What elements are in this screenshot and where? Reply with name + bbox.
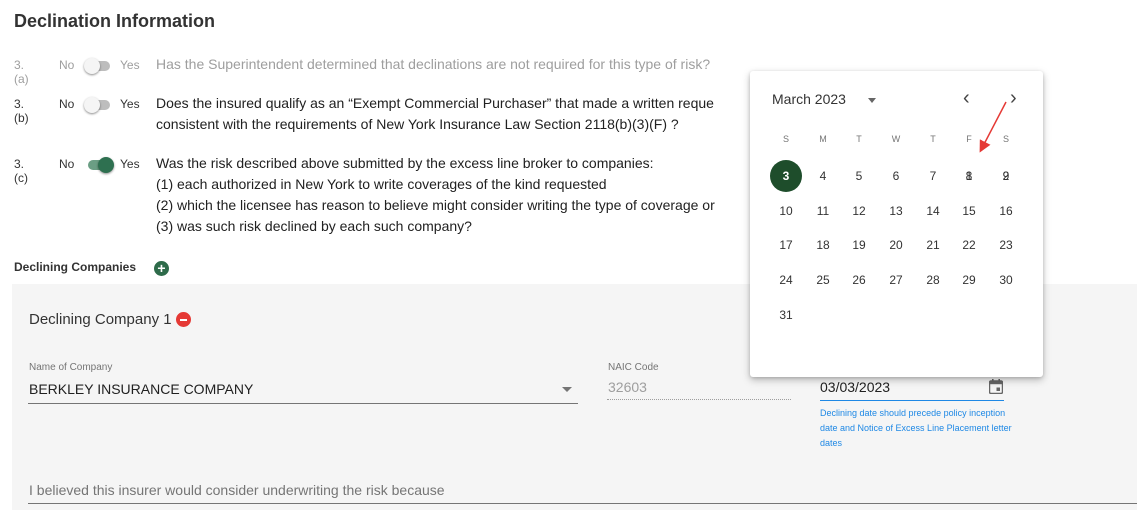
toggle-no-label: No: [59, 58, 75, 72]
date-underline: [820, 400, 1004, 401]
calendar-day[interactable]: 11: [807, 195, 839, 227]
question-line: (1) each authorized in New York to write…: [156, 176, 607, 192]
question-line: consistent with the requirements of New …: [156, 116, 679, 132]
weekday-label: S: [1002, 134, 1009, 144]
toggle-knob: [84, 97, 100, 113]
remove-company-button[interactable]: [176, 312, 191, 327]
declining-companies-header: Declining Companies: [14, 260, 137, 274]
question-number: 3. (c): [14, 157, 28, 185]
toggle-knob: [84, 58, 100, 74]
question-number: 3. (b): [14, 97, 29, 125]
calendar-day[interactable]: 26: [843, 264, 875, 296]
calendar-day[interactable]: 30: [990, 264, 1022, 296]
chevron-down-icon[interactable]: [562, 387, 572, 392]
prev-month-button[interactable]: ‹: [963, 87, 970, 110]
calendar-day[interactable]: 8: [953, 160, 985, 192]
question-line: Does the insured qualify as an “Exempt C…: [156, 95, 714, 111]
question-line: (2) which the licensee has reason to bel…: [156, 197, 715, 213]
add-company-button[interactable]: +: [154, 261, 169, 276]
company-name-label: Name of Company: [29, 362, 113, 373]
naic-code-field: 32603: [608, 379, 647, 395]
question-text: Was the risk described above submitted b…: [156, 153, 715, 237]
question-number: 3. (a): [14, 58, 29, 86]
calendar-day[interactable]: 14: [917, 195, 949, 227]
calendar-day[interactable]: 9: [990, 160, 1022, 192]
toggle-yes-label: Yes: [120, 157, 140, 171]
toggle-no-label: No: [59, 97, 75, 111]
calendar-day[interactable]: 24: [770, 264, 802, 296]
question-text: Does the insured qualify as an “Exempt C…: [156, 93, 714, 135]
declining-company-title: Declining Company 1: [29, 311, 172, 328]
calendar-day[interactable]: 15: [953, 195, 985, 227]
toggle-yes-label: Yes: [120, 58, 140, 72]
weekday-label: W: [891, 134, 901, 144]
question-3c-toggle[interactable]: [88, 157, 114, 173]
section-title: Declination Information: [14, 11, 216, 31]
calendar-day[interactable]: 4: [807, 160, 839, 192]
question-line: (3) was such risk declined by each such …: [156, 218, 472, 234]
calendar-day[interactable]: 22: [953, 229, 985, 261]
calendar-day[interactable]: 20: [880, 229, 912, 261]
calendar-day[interactable]: 27: [880, 264, 912, 296]
calendar-day[interactable]: 17: [770, 229, 802, 261]
chevron-down-icon[interactable]: [868, 98, 876, 103]
month-year-label[interactable]: March 2023: [772, 91, 846, 107]
calendar-day[interactable]: 28: [917, 264, 949, 296]
question-3b-toggle[interactable]: [84, 97, 110, 113]
calendar-day[interactable]: 5: [843, 160, 875, 192]
calendar-day[interactable]: 29: [953, 264, 985, 296]
naic-code-label: NAIC Code: [608, 362, 659, 373]
calendar-day[interactable]: 13: [880, 195, 912, 227]
company-name-underline: [28, 403, 578, 404]
weekday-label: F: [966, 134, 972, 144]
question-text: Has the Superintendent determined that d…: [156, 54, 710, 75]
question-line: Has the Superintendent determined that d…: [156, 56, 711, 72]
toggle-yes-label: Yes: [120, 97, 140, 111]
calendar-day[interactable]: 25: [807, 264, 839, 296]
selected-day[interactable]: 3: [770, 160, 802, 192]
calendar-day[interactable]: 31: [770, 299, 802, 331]
calendar-day[interactable]: 6: [880, 160, 912, 192]
next-month-button[interactable]: ›: [1010, 87, 1017, 110]
calendar-icon[interactable]: [989, 379, 1003, 394]
calendar-day[interactable]: 21: [917, 229, 949, 261]
date-picker-popup: March 2023 ‹ › SMTWTFS 1 2 3 4 5 6 7 8 9 10 11 12 13…: [750, 71, 1043, 377]
declining-date-input[interactable]: 03/03/2023: [820, 379, 890, 395]
date-hint: Declining date should precede policy inc…: [820, 408, 1012, 448]
toggle-knob: [98, 157, 114, 173]
weekday-label: S: [782, 134, 789, 144]
calendar-day[interactable]: 16: [990, 195, 1022, 227]
calendar-day[interactable]: 10: [770, 195, 802, 227]
calendar-day[interactable]: 18: [807, 229, 839, 261]
calendar-day[interactable]: 23: [990, 229, 1022, 261]
calendar-day[interactable]: 12: [843, 195, 875, 227]
question-line: Was the risk described above submitted b…: [156, 155, 654, 171]
weekday-label: T: [930, 134, 936, 144]
reason-underline: [28, 503, 1137, 504]
toggle-no-label: No: [59, 157, 75, 171]
weekday-label: T: [856, 134, 862, 144]
weekday-label: M: [819, 134, 827, 144]
calendar-day[interactable]: 7: [917, 160, 949, 192]
calendar-day[interactable]: 19: [843, 229, 875, 261]
reason-input[interactable]: I believed this insurer would consider u…: [29, 482, 445, 498]
naic-code-underline: [607, 399, 791, 400]
company-name-select[interactable]: BERKLEY INSURANCE COMPANY: [29, 381, 253, 397]
question-3a-toggle[interactable]: [84, 58, 110, 74]
